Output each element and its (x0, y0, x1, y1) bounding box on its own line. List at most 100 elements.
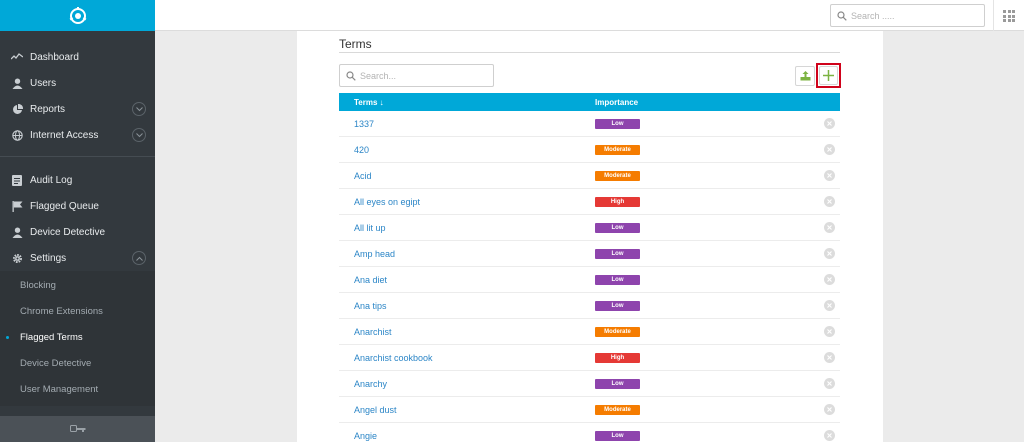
sidebar-item-label: Flagged Queue (30, 200, 99, 212)
importance-badge[interactable]: Moderate (595, 405, 640, 415)
globe-icon (11, 129, 23, 141)
submenu-item-user-management[interactable]: User Management (0, 376, 155, 402)
column-importance[interactable]: Importance (595, 98, 638, 107)
table-row: All lit up Low (339, 215, 840, 241)
submenu-item-blocking[interactable]: Blocking (0, 272, 155, 298)
remove-term-icon[interactable] (824, 300, 835, 311)
top-bar-divider (993, 0, 994, 31)
importance-badge[interactable]: Low (595, 249, 640, 259)
table-row: All eyes on egipt High (339, 189, 840, 215)
sidebar-item-label: Reports (30, 103, 66, 115)
sidebar-item-internet-access[interactable]: Internet Access (0, 122, 155, 148)
apps-grid-icon[interactable] (1003, 10, 1015, 22)
pie-chart-icon (11, 103, 23, 115)
submenu-item-device-detective[interactable]: Device Detective (0, 350, 155, 376)
table-row: Anarchy Low (339, 371, 840, 397)
term-link[interactable]: 420 (354, 145, 369, 155)
gear-icon (11, 252, 23, 264)
term-link[interactable]: Amp head (354, 249, 395, 259)
term-link[interactable]: Anarchist (354, 327, 392, 337)
sidebar-item-users[interactable]: Users (0, 70, 155, 96)
term-link[interactable]: Acid (354, 171, 372, 181)
remove-term-icon[interactable] (824, 430, 835, 441)
term-link[interactable]: Anarchist cookbook (354, 353, 433, 363)
terms-search-input[interactable] (360, 70, 480, 81)
chevron-down-icon[interactable] (132, 102, 146, 116)
term-link[interactable]: All eyes on egipt (354, 197, 420, 207)
column-terms[interactable]: Terms ↓ (354, 98, 384, 107)
remove-term-icon[interactable] (824, 352, 835, 363)
add-term-button[interactable] (819, 66, 838, 85)
sidebar-item-reports[interactable]: Reports (0, 96, 155, 122)
table-row: 1337 Low (339, 111, 840, 137)
term-link[interactable]: Ana tips (354, 301, 387, 311)
table-row: Anarchist cookbook High (339, 345, 840, 371)
sidebar-item-label: Internet Access (30, 129, 99, 141)
global-search-input[interactable] (851, 10, 971, 21)
sidebar-item-label: Users (30, 77, 57, 89)
importance-badge[interactable]: Low (595, 301, 640, 311)
remove-term-icon[interactable] (824, 326, 835, 337)
sidebar: Dashboard Users Reports Internet Access Aud… (0, 0, 155, 442)
term-link[interactable]: 1337 (354, 119, 374, 129)
top-bar (155, 0, 1024, 31)
importance-badge[interactable]: Moderate (595, 327, 640, 337)
table-header: Terms ↓ Importance (339, 93, 840, 111)
term-link[interactable]: All lit up (354, 223, 386, 233)
brand-logo-icon[interactable] (68, 6, 88, 26)
importance-badge[interactable]: High (595, 353, 640, 363)
importance-badge[interactable]: Low (595, 223, 640, 233)
terms-panel: Terms Terms ↓ Importance 1337 Low 420 Moder… (297, 31, 883, 442)
submenu-item-chrome-extensions[interactable]: Chrome Extensions (0, 298, 155, 324)
nav-bottom: Audit Log Flagged Queue Device Detective Se… (0, 167, 155, 271)
sidebar-item-settings[interactable]: Settings (0, 245, 155, 271)
table-row: Anarchist Moderate (339, 319, 840, 345)
remove-term-icon[interactable] (824, 170, 835, 181)
table-row: Angel dust Moderate (339, 397, 840, 423)
sidebar-item-flagged-queue[interactable]: Flagged Queue (0, 193, 155, 219)
remove-term-icon[interactable] (824, 248, 835, 259)
table-row: Ana tips Low (339, 293, 840, 319)
remove-term-icon[interactable] (824, 274, 835, 285)
term-link[interactable]: Ana diet (354, 275, 387, 285)
log-icon (11, 174, 23, 186)
title-divider (339, 52, 840, 53)
sidebar-item-audit-log[interactable]: Audit Log (0, 167, 155, 193)
submenu-item-flagged-terms[interactable]: Flagged Terms (0, 324, 155, 350)
importance-badge[interactable]: Moderate (595, 145, 640, 155)
importance-badge[interactable]: Low (595, 431, 640, 441)
importance-badge[interactable]: Moderate (595, 171, 640, 181)
chevron-up-icon[interactable] (132, 251, 146, 265)
sidebar-item-label: Device Detective (30, 226, 106, 238)
add-term-highlight (816, 63, 841, 88)
importance-badge[interactable]: Low (595, 379, 640, 389)
table-row: Amp head Low (339, 241, 840, 267)
sidebar-item-label: Settings (30, 252, 67, 264)
remove-term-icon[interactable] (824, 404, 835, 415)
chevron-down-icon[interactable] (132, 128, 146, 142)
term-link[interactable]: Angel dust (354, 405, 397, 415)
remove-term-icon[interactable] (824, 196, 835, 207)
terms-table-body: 1337 Low 420 Moderate Acid Moderate All eyes o… (339, 111, 840, 442)
terms-search[interactable] (339, 64, 494, 87)
import-button[interactable] (795, 66, 815, 86)
upload-tray-icon (800, 71, 810, 81)
sidebar-item-dashboard[interactable]: Dashboard (0, 44, 155, 70)
term-link[interactable]: Anarchy (354, 379, 387, 389)
activity-icon (11, 51, 23, 63)
importance-badge[interactable]: Low (595, 119, 640, 129)
sidebar-item-device-detective[interactable]: Device Detective (0, 219, 155, 245)
term-link[interactable]: Angie (354, 431, 377, 441)
key-icon (69, 425, 85, 432)
search-icon (837, 10, 847, 21)
page-title: Terms (339, 37, 372, 51)
remove-term-icon[interactable] (824, 144, 835, 155)
remove-term-icon[interactable] (824, 378, 835, 389)
sidebar-collapse-button[interactable] (0, 416, 155, 442)
importance-badge[interactable]: High (595, 197, 640, 207)
global-search[interactable] (830, 4, 985, 27)
remove-term-icon[interactable] (824, 118, 835, 129)
remove-term-icon[interactable] (824, 222, 835, 233)
sidebar-item-label: Audit Log (30, 174, 73, 186)
importance-badge[interactable]: Low (595, 275, 640, 285)
